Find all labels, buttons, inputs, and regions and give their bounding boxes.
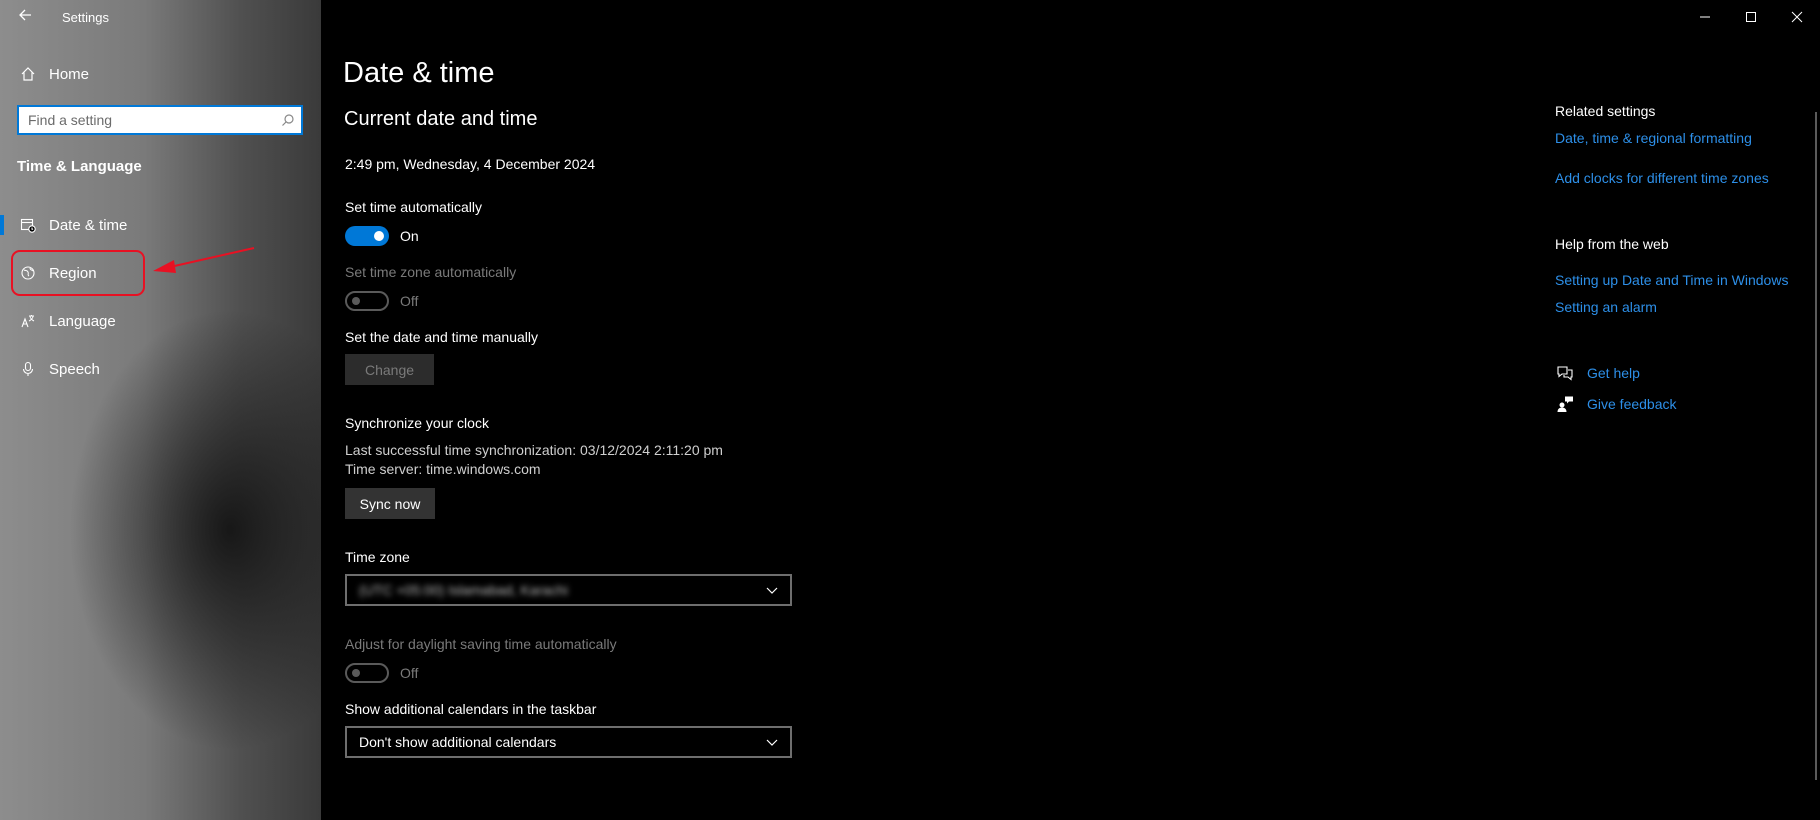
calendar-clock-icon bbox=[18, 215, 38, 235]
set-time-auto-toggle[interactable] bbox=[345, 226, 389, 246]
app-title: Settings bbox=[62, 10, 109, 25]
toggle-knob bbox=[352, 669, 360, 677]
feedback-icon bbox=[1555, 394, 1575, 414]
sidebar-item-date-time[interactable]: Date & time bbox=[0, 203, 321, 247]
set-time-auto-state: On bbox=[400, 228, 419, 244]
close-icon[interactable] bbox=[1774, 0, 1820, 34]
sidebar-section-title: Time & Language bbox=[17, 158, 142, 175]
microphone-icon bbox=[18, 359, 38, 379]
section-title: Current date and time bbox=[344, 108, 538, 130]
time-server-text: Time server: time.windows.com bbox=[345, 461, 541, 477]
give-feedback-label: Give feedback bbox=[1587, 396, 1677, 412]
sidebar-item-home[interactable]: Home bbox=[0, 52, 321, 96]
set-timezone-auto-label: Set time zone automatically bbox=[345, 264, 517, 280]
search-box[interactable] bbox=[17, 105, 303, 135]
dst-label: Adjust for daylight saving time automati… bbox=[345, 636, 617, 652]
scrollbar[interactable] bbox=[1815, 112, 1817, 780]
minimize-icon[interactable] bbox=[1682, 0, 1728, 34]
link-setting-up-date-time[interactable]: Setting up Date and Time in Windows bbox=[1555, 272, 1788, 288]
calendars-select[interactable]: Don't show additional calendars bbox=[345, 726, 792, 758]
home-icon bbox=[18, 64, 38, 84]
change-button[interactable]: Change bbox=[345, 354, 434, 385]
calendars-value: Don't show additional calendars bbox=[359, 734, 557, 750]
sidebar-item-label: Home bbox=[49, 65, 90, 83]
timezone-value: (UTC +05:00) Islamabad, Karachi bbox=[359, 582, 568, 598]
annotation-arrow-icon bbox=[153, 247, 255, 273]
search-icon[interactable] bbox=[275, 113, 301, 127]
sidebar-item-label: Language bbox=[49, 312, 116, 330]
back-arrow-icon[interactable] bbox=[14, 6, 36, 28]
sidebar-item-label: Date & time bbox=[49, 216, 128, 234]
maximize-icon[interactable] bbox=[1728, 0, 1774, 34]
calendars-label: Show additional calendars in the taskbar bbox=[345, 701, 597, 717]
sidebar-item-language[interactable]: Language bbox=[0, 299, 321, 343]
chevron-down-icon bbox=[766, 734, 778, 750]
current-datetime: 2:49 pm, Wednesday, 4 December 2024 bbox=[345, 156, 596, 172]
sync-title: Synchronize your clock bbox=[345, 415, 489, 431]
dst-state: Off bbox=[400, 665, 419, 681]
set-time-auto-label: Set time automatically bbox=[345, 199, 482, 215]
link-add-clocks[interactable]: Add clocks for different time zones bbox=[1555, 170, 1769, 186]
timezone-select[interactable]: (UTC +05:00) Islamabad, Karachi bbox=[345, 574, 792, 606]
sidebar-item-speech[interactable]: Speech bbox=[0, 347, 321, 391]
toggle-knob bbox=[352, 297, 360, 305]
chevron-down-icon bbox=[766, 582, 778, 598]
get-help-link[interactable]: Get help bbox=[1555, 363, 1640, 383]
window-controls bbox=[1682, 0, 1820, 34]
get-help-label: Get help bbox=[1587, 365, 1640, 381]
language-icon bbox=[18, 311, 38, 331]
timezone-label: Time zone bbox=[345, 549, 410, 565]
dst-toggle[interactable] bbox=[345, 663, 389, 683]
toggle-knob bbox=[374, 231, 384, 241]
search-input[interactable] bbox=[19, 111, 275, 129]
link-regional-formatting[interactable]: Date, time & regional formatting bbox=[1555, 130, 1752, 146]
link-setting-alarm[interactable]: Setting an alarm bbox=[1555, 299, 1657, 315]
region-highlight-annotation bbox=[11, 250, 145, 296]
sync-now-button[interactable]: Sync now bbox=[345, 488, 435, 519]
set-timezone-auto-state: Off bbox=[400, 293, 419, 309]
help-web-heading: Help from the web bbox=[1555, 236, 1669, 252]
chat-help-icon bbox=[1555, 363, 1575, 383]
give-feedback-link[interactable]: Give feedback bbox=[1555, 394, 1677, 414]
page-title: Date & time bbox=[343, 57, 495, 89]
manual-datetime-label: Set the date and time manually bbox=[345, 329, 539, 345]
sidebar: Settings Home Time & Language Date & tim… bbox=[0, 0, 321, 820]
last-sync-text: Last successful time synchronization: 03… bbox=[345, 442, 723, 458]
sidebar-item-label: Speech bbox=[49, 360, 100, 378]
related-settings-heading: Related settings bbox=[1555, 103, 1656, 119]
set-timezone-auto-toggle[interactable] bbox=[345, 291, 389, 311]
